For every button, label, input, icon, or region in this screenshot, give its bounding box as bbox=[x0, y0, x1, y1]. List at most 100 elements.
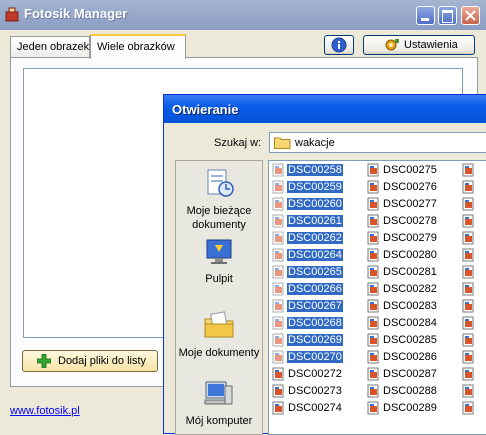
image-file-icon bbox=[367, 333, 379, 347]
file-name: DSC00287 bbox=[383, 368, 437, 380]
image-file-icon bbox=[462, 282, 474, 296]
image-file-icon bbox=[367, 248, 379, 262]
info-button[interactable] bbox=[324, 35, 354, 55]
image-file-icon bbox=[367, 299, 379, 313]
file-name: DSC00264 bbox=[287, 249, 343, 261]
place-recent-documents[interactable]: Moje bieżące dokumenty bbox=[176, 167, 262, 232]
file-name: DSC00260 bbox=[287, 198, 343, 210]
image-file-icon bbox=[462, 333, 474, 347]
app-icon bbox=[5, 7, 19, 22]
file-name: DSC00276 bbox=[383, 181, 437, 193]
my-computer-icon bbox=[204, 381, 233, 405]
maximize-button[interactable] bbox=[438, 6, 457, 25]
main-title-bar[interactable]: Fotosik Manager bbox=[0, 0, 486, 30]
window-title: Fotosik Manager bbox=[24, 6, 128, 21]
image-file-icon bbox=[272, 299, 284, 313]
recent-documents-icon bbox=[207, 169, 234, 197]
image-file-icon bbox=[272, 163, 284, 177]
file-name: DSC00282 bbox=[383, 283, 437, 295]
file-name: DSC00267 bbox=[287, 300, 343, 312]
settings-label: Ustawienia bbox=[404, 39, 458, 51]
image-file-icon bbox=[367, 231, 379, 245]
file-name: DSC00277 bbox=[383, 198, 437, 210]
tab-label: Wiele obrazków bbox=[97, 41, 175, 53]
image-file-icon bbox=[272, 316, 284, 330]
image-file-icon bbox=[462, 367, 474, 381]
tab-multiple-images[interactable]: Wiele obrazków bbox=[90, 34, 186, 59]
image-file-icon bbox=[367, 180, 379, 194]
image-file-icon bbox=[272, 333, 284, 347]
file-list[interactable]: DSC00258 DSC00259 DSC00260 DSC00261 DSC00262… bbox=[268, 160, 486, 435]
tab-label: Jeden obrazek bbox=[17, 41, 90, 53]
image-file-icon bbox=[272, 401, 284, 415]
file-name: DSC00259 bbox=[287, 181, 343, 193]
maximize-icon bbox=[442, 10, 453, 23]
look-in-value: wakacje bbox=[295, 137, 335, 149]
image-file-icon bbox=[272, 367, 284, 381]
look-in-label: Szukaj w: bbox=[214, 137, 262, 149]
place-my-computer[interactable]: Mój komputer bbox=[176, 377, 262, 428]
settings-button[interactable]: Ustawienia bbox=[363, 35, 475, 55]
desktop-icon bbox=[206, 239, 232, 264]
file-name: DSC00272 bbox=[288, 368, 342, 380]
image-file-icon bbox=[272, 248, 284, 262]
file-name: DSC00286 bbox=[383, 351, 437, 363]
my-documents-icon bbox=[204, 311, 234, 338]
gear-icon bbox=[385, 39, 399, 51]
place-my-documents[interactable]: Moje dokumenty bbox=[176, 309, 262, 360]
image-file-icon bbox=[272, 350, 284, 364]
dialog-title: Otwieranie bbox=[172, 102, 239, 117]
info-icon bbox=[331, 37, 347, 53]
file-name: DSC00269 bbox=[287, 334, 343, 346]
image-file-icon bbox=[272, 265, 284, 279]
file-name: DSC00265 bbox=[287, 266, 343, 278]
tab-single-image[interactable]: Jeden obrazek bbox=[10, 36, 90, 58]
image-file-icon bbox=[367, 316, 379, 330]
image-file-icon bbox=[462, 197, 474, 211]
image-file-icon bbox=[462, 265, 474, 279]
place-label: Mój komputer bbox=[185, 415, 253, 427]
place-label: Moje bieżące dokumenty bbox=[186, 205, 252, 231]
image-file-icon bbox=[272, 282, 284, 296]
file-name: DSC00280 bbox=[383, 249, 437, 261]
image-file-icon bbox=[272, 214, 284, 228]
image-file-icon bbox=[367, 367, 379, 381]
look-in-dropdown[interactable]: wakacje bbox=[269, 132, 486, 153]
place-label: Pulpit bbox=[205, 273, 233, 285]
file-name: DSC00262 bbox=[287, 232, 343, 244]
image-file-icon bbox=[367, 401, 379, 415]
file-name: DSC00268 bbox=[287, 317, 343, 329]
footer-link[interactable]: www.fotosik.pl bbox=[10, 405, 80, 417]
file-name: DSC00273 bbox=[288, 385, 342, 397]
file-name: DSC00279 bbox=[383, 232, 437, 244]
file-name: DSC00284 bbox=[383, 317, 437, 329]
image-file-icon bbox=[272, 384, 284, 398]
places-bar: Moje bieżące dokumenty Pulpit Moje dokum… bbox=[175, 160, 263, 435]
image-file-icon bbox=[462, 316, 474, 330]
file-name: DSC00274 bbox=[288, 402, 342, 414]
image-file-icon bbox=[367, 265, 379, 279]
image-file-icon bbox=[462, 401, 474, 415]
minimize-button[interactable] bbox=[416, 6, 435, 25]
image-file-icon bbox=[367, 197, 379, 211]
image-file-icon bbox=[367, 350, 379, 364]
image-file-icon bbox=[462, 231, 474, 245]
close-button[interactable] bbox=[461, 6, 480, 25]
image-file-icon bbox=[272, 197, 284, 211]
plus-icon bbox=[37, 354, 51, 368]
dialog-title-bar[interactable]: Otwieranie bbox=[164, 95, 486, 123]
place-desktop[interactable]: Pulpit bbox=[176, 237, 262, 286]
open-dialog: Otwieranie Szukaj w: wakacje Moje bieżąc… bbox=[163, 94, 486, 435]
place-label: Moje dokumenty bbox=[178, 347, 260, 359]
file-name: DSC00266 bbox=[287, 283, 343, 295]
file-name: DSC00258 bbox=[287, 164, 343, 176]
folder-icon bbox=[274, 137, 291, 149]
file-name: DSC00288 bbox=[383, 385, 437, 397]
image-file-icon bbox=[462, 248, 474, 262]
add-files-label: Dodaj pliki do listy bbox=[58, 355, 147, 367]
file-name: DSC00285 bbox=[383, 334, 437, 346]
add-files-button[interactable]: Dodaj pliki do listy bbox=[22, 350, 158, 372]
file-name: DSC00278 bbox=[383, 215, 437, 227]
image-file-icon bbox=[462, 180, 474, 194]
file-name: DSC00289 bbox=[383, 402, 437, 414]
